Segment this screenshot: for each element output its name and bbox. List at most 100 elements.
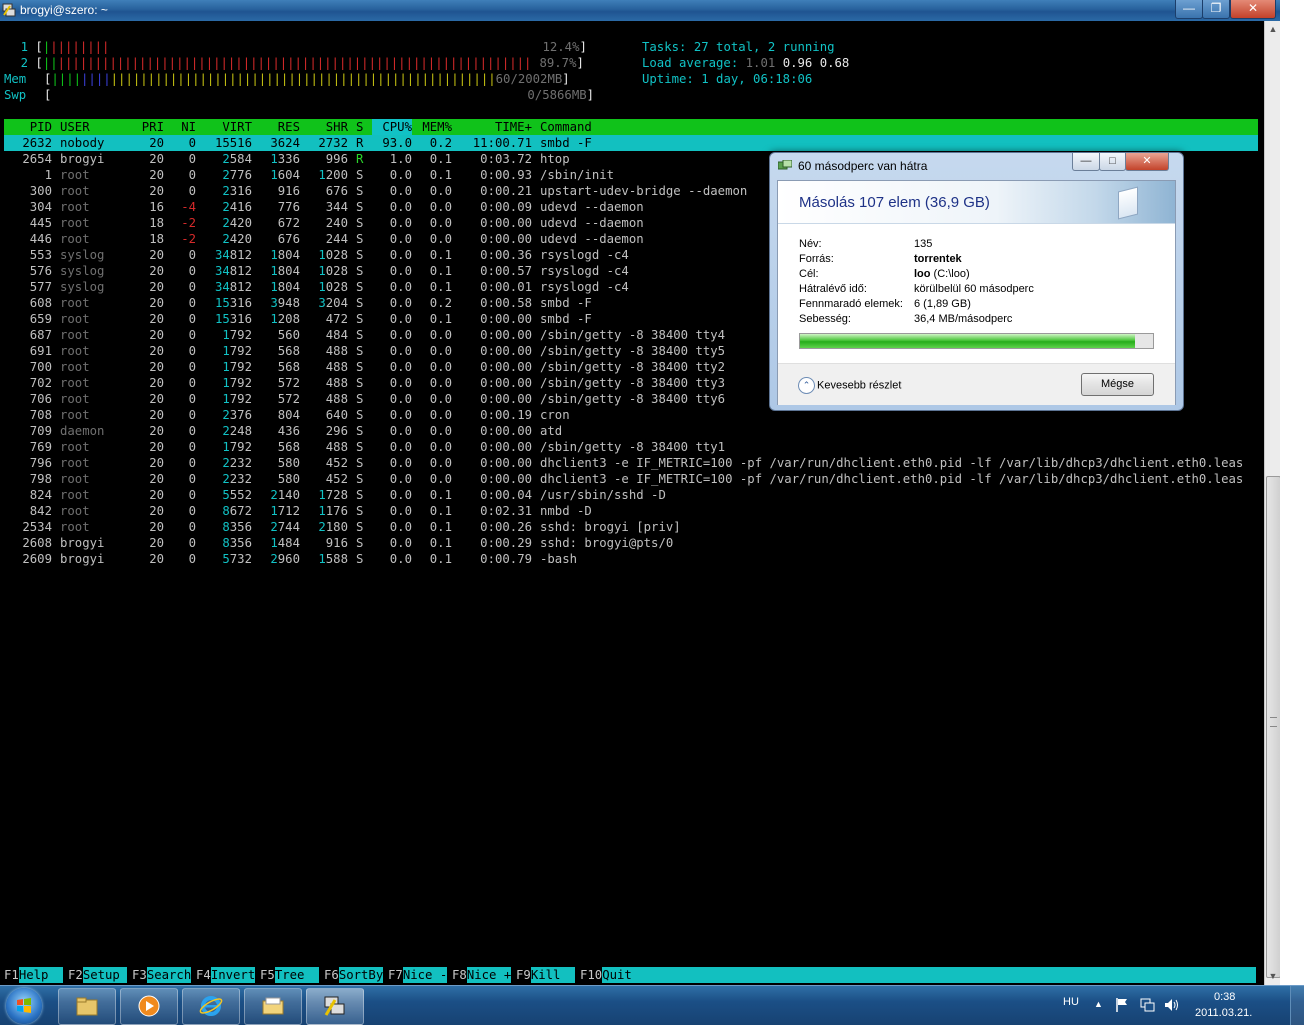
taskbar: HU ▲ 0:38 2011.03.21. [0, 985, 1304, 1025]
cell-user: root [60, 328, 90, 342]
cell-time-: 0:00.29 [480, 536, 532, 550]
cell-pri: 20 [149, 328, 164, 342]
cell-res: 1804 [270, 280, 300, 294]
cell-mem-: 0.0 [429, 424, 452, 438]
cancel-button[interactable]: Mégse [1081, 373, 1154, 396]
action-center-flag-icon[interactable] [1114, 997, 1130, 1013]
terminal-scrollbar[interactable]: ▲ ▼ [1264, 21, 1281, 985]
process-row[interactable]: 796 root 20 0 2232 580 452 S 0.0 0.0 0:00.00 dhclie… [4, 455, 1258, 471]
network-icon[interactable] [1139, 997, 1155, 1013]
fkey-f10[interactable]: F10Quit [580, 967, 1257, 983]
clock-date[interactable]: 2011.03.21. [1195, 1007, 1252, 1019]
maximize-button[interactable]: ❐ [1202, 0, 1230, 19]
fkey-f5[interactable]: F5Tree [260, 967, 320, 983]
copy-heading: Másolás 107 elem (36,9 GB) [799, 194, 990, 211]
cell-user: root [60, 520, 90, 534]
cell-user: syslog [60, 248, 105, 262]
cell-virt: 15316 [214, 296, 252, 310]
progress-fill [800, 334, 1136, 348]
cell-pri: 20 [149, 472, 164, 486]
show-desktop-button[interactable] [1290, 986, 1304, 1025]
process-row[interactable]: 824 root 20 0 5552 2140 1728 S 0.0 0.1 0:00.04/usr… [4, 487, 1258, 503]
process-row[interactable]: 2609 brogyi 20 0 5732 2960 1588 S 0.0 0.1 0:00.79-… [4, 551, 1258, 567]
taskbar-media-player[interactable] [120, 988, 178, 1025]
fkey-f8[interactable]: F8Nice + [452, 967, 512, 983]
cell-res: 1804 [270, 264, 300, 278]
cell-time-: 0:00.26 [480, 520, 532, 534]
taskbar-folder[interactable] [244, 988, 302, 1025]
process-row[interactable]: 2608 brogyi 20 0 8356 1484 916 S 0.0 0.1 0:00.29 ss… [4, 535, 1258, 551]
cell-user: root [60, 376, 90, 390]
taskbar-putty[interactable] [306, 988, 364, 1025]
taskbar-internet-explorer[interactable] [182, 988, 240, 1025]
copy-icon [778, 160, 792, 170]
cell-cpu-: 0.0 [389, 488, 412, 502]
cell-virt: 2248 [222, 424, 252, 438]
function-key-bar[interactable]: F1Help F2Setup F3Search F4Invert F5Tree F6… [0, 967, 1264, 983]
fkey-f7[interactable]: F7Nice - [388, 967, 448, 983]
clock-time[interactable]: 0:38 [1214, 991, 1235, 1003]
window-titlebar[interactable]: brogyi@szero: ~ — ❐ ✕ [0, 0, 1280, 21]
cell-cpu-: 0.0 [389, 312, 412, 326]
cell-cpu-: 0.0 [389, 520, 412, 534]
cell-virt: 8356 [222, 536, 252, 550]
cell-cpu-: 0.0 [389, 344, 412, 358]
cell-shr: 1176 [318, 504, 348, 518]
cell-mem-: 0.1 [429, 504, 452, 518]
cell-pri: 16 [149, 200, 164, 214]
cell-cpu-: 0.0 [389, 264, 412, 278]
cell-cpu-: 0.0 [389, 232, 412, 246]
minimize-button[interactable]: — [1175, 0, 1203, 19]
cell-s: S [356, 344, 364, 358]
cell-res: 580 [277, 456, 300, 470]
speed-label: Sebesség: [799, 313, 851, 325]
time-remaining-value: körülbelül 60 másodperc [914, 283, 1034, 295]
cell-s: S [356, 360, 364, 374]
process-row[interactable]: 842 root 20 0 8672 1712 1176 S 0.0 0.1 0:02.31 nmbd… [4, 503, 1258, 519]
process-row[interactable]: 2632 nobody 20 0 15516 3624 2732 R 93.0 0.2 11:00.… [4, 135, 1258, 151]
fkey-f4[interactable]: F4Invert [196, 967, 256, 983]
dialog-close-button[interactable]: ✕ [1125, 153, 1169, 171]
cell-pri: 20 [149, 360, 164, 374]
volume-icon[interactable] [1163, 997, 1179, 1013]
cell-res: 1804 [270, 248, 300, 262]
cell-shr: 3204 [318, 296, 348, 310]
cell-ni: 0 [188, 136, 196, 150]
taskbar-explorer[interactable] [58, 988, 116, 1025]
cell-user: syslog [60, 280, 105, 294]
cell-ni: 0 [188, 344, 196, 358]
dialog-minimize-button[interactable]: — [1072, 153, 1100, 171]
language-indicator[interactable]: HU [1063, 996, 1079, 1008]
scroll-up-icon[interactable]: ▲ [1265, 21, 1281, 37]
scrollbar-thumb[interactable] [1266, 476, 1281, 978]
process-row[interactable]: 769 root 20 0 1792 568 488 S 0.0 0.0 0:00.00/sbin/… [4, 439, 1258, 455]
source-value[interactable]: torrentek [914, 253, 962, 265]
cell-s: S [356, 424, 364, 438]
start-button[interactable] [6, 988, 42, 1024]
fkey-f6[interactable]: F6SortBy [324, 967, 384, 983]
process-row[interactable]: 798 root 20 0 2232 580 452 S 0.0 0.0 0:00.00 dhclie… [4, 471, 1258, 487]
cell-command: smbd -F [540, 136, 592, 150]
fkey-f2[interactable]: F2Setup [68, 967, 128, 983]
process-row[interactable]: 709 daemon 20 0 2248 436 296 S 0.0 0.0 0:00.00 atd [4, 423, 1258, 439]
fkey-f1[interactable]: F1Help [4, 967, 64, 983]
cell-pri: 20 [149, 168, 164, 182]
copy-dialog[interactable]: 60 másodperc van hátra — □ ✕ Másolás 107… [769, 152, 1184, 411]
name-label: Név: [799, 238, 822, 250]
process-row[interactable]: 2534 root 20 0 8356 2744 2180 S 0.0 0.1 0:00.26 ssh… [4, 519, 1258, 535]
dialog-maximize-button[interactable]: □ [1099, 153, 1126, 171]
destination-value[interactable]: loo (C:\loo) [914, 268, 970, 280]
cell-time-: 0:03.72 [480, 152, 532, 166]
scroll-down-icon[interactable]: ▼ [1265, 968, 1281, 984]
cell-s: S [356, 408, 364, 422]
cell-time-: 0:00.19 [480, 408, 532, 422]
show-hidden-icons-icon[interactable]: ▲ [1094, 999, 1103, 1009]
fkey-f3[interactable]: F3Search [132, 967, 192, 983]
cell-s: S [356, 168, 364, 182]
close-button[interactable]: ✕ [1230, 0, 1276, 19]
fkey-f9[interactable]: F9Kill [516, 967, 576, 983]
cell-ni: 0 [188, 440, 196, 454]
less-details-button[interactable]: ⌃ Kevesebb részlet [798, 377, 901, 394]
cell-pri: 20 [149, 408, 164, 422]
cell-mem-: 0.2 [429, 136, 452, 150]
